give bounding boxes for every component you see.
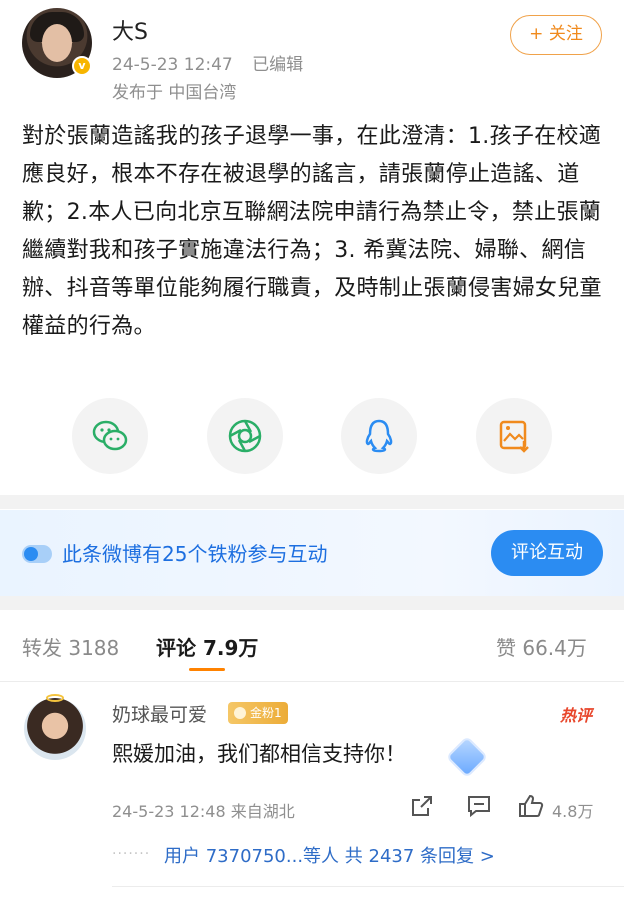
share-qq-button[interactable]: [341, 398, 417, 474]
follow-button[interactable]: + 关注: [510, 15, 602, 55]
share-wechat-button[interactable]: [72, 398, 148, 474]
comment-count: 7.9万: [202, 636, 259, 660]
fan-banner-text: 此条微博有25个铁粉参与互动: [62, 542, 328, 566]
post-meta: 24-5-23 12:47 已编辑: [112, 50, 303, 75]
repost-label: 转发: [22, 636, 62, 660]
comment-item: 奶球最可爱 金粉1 热评 熙媛加油，我们都相信支持你！ 24-5-23 12:4…: [0, 690, 624, 900]
comment-text: 熙媛加油，我们都相信支持你！: [112, 742, 406, 766]
post-timestamp: 24-5-23 12:47: [112, 55, 233, 75]
avatar-face: [42, 24, 72, 62]
share-moments-button[interactable]: [207, 398, 283, 474]
like-count: 66.4万: [522, 636, 587, 660]
save-image-icon: [499, 420, 529, 453]
comment-icon[interactable]: [466, 794, 492, 818]
comment-like-count: 4.8万: [552, 802, 594, 821]
post-text: 對於張蘭造謠我的孩子退學一事，在此澄清：1.孩子在校適應良好，根本不存在被退學的…: [22, 124, 602, 339]
comment-interact-button[interactable]: 评论互动: [491, 530, 603, 576]
replies-link[interactable]: 用户 7370750...等人 共 2437 条回复 >: [164, 842, 495, 868]
wechat-icon: [92, 420, 128, 451]
section-divider: [0, 596, 624, 610]
comment-label: 评论: [156, 636, 196, 660]
post-header: v 大S 24-5-23 12:47 已编辑 发布于 中国台湾 + 关注: [0, 0, 624, 108]
fan-level-badge: 金粉1: [228, 702, 288, 724]
hot-comment-tag: 热评: [560, 706, 593, 725]
share-row: [0, 398, 624, 478]
halo-icon: [46, 694, 64, 702]
commenter-name[interactable]: 奶球最可爱: [112, 700, 207, 727]
section-divider: [0, 495, 624, 509]
edited-label[interactable]: 已编辑: [252, 55, 303, 75]
diamond-sticker-icon: [445, 735, 489, 779]
replies-summary[interactable]: ······· 用户 7370750...等人 共 2437 条回复 >: [112, 830, 602, 878]
post-location: 发布于 中国台湾: [112, 83, 237, 103]
repost-count: 3188: [68, 636, 120, 660]
comment-divider: [112, 886, 624, 887]
qq-icon: [365, 419, 393, 453]
author-name[interactable]: 大S: [112, 14, 148, 46]
like-icon[interactable]: [518, 794, 544, 818]
replies-dots: ·······: [112, 846, 151, 862]
moments-icon: [228, 419, 262, 453]
fan-interaction-banner: 此条微博有25个铁粉参与互动 评论互动: [0, 510, 624, 596]
like-label: 赞: [496, 636, 516, 660]
save-image-button[interactable]: [476, 398, 552, 474]
fan-toggle-icon: [22, 545, 52, 563]
tab-comment[interactable]: 评论 7.9万: [156, 632, 259, 671]
share-icon[interactable]: [410, 794, 434, 818]
tab-like[interactable]: 赞 66.4万: [496, 632, 587, 661]
post-stats-tabs: 转发 3188 评论 7.9万 赞 66.4万: [0, 610, 624, 682]
verified-badge-icon: v: [72, 56, 92, 76]
tab-repost[interactable]: 转发 3188: [22, 632, 119, 661]
comment-meta: 24-5-23 12:48 来自湖北: [112, 802, 295, 821]
commenter-avatar[interactable]: [24, 694, 86, 760]
